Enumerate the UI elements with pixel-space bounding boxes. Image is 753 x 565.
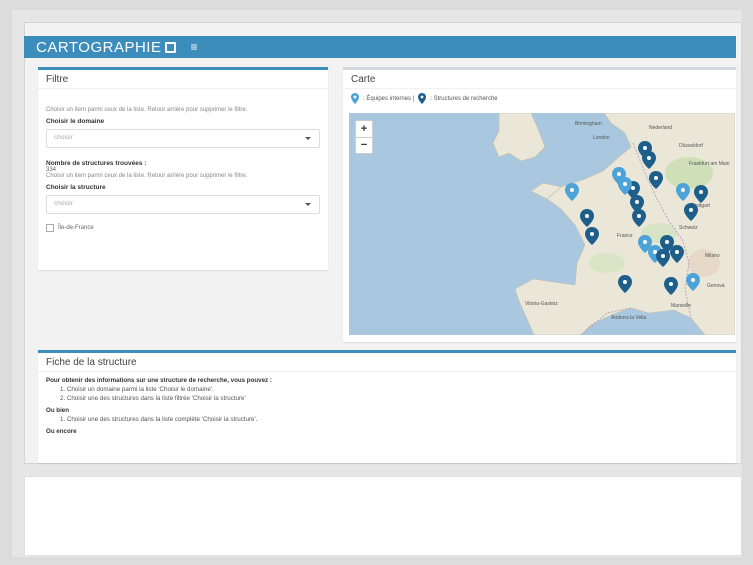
marker-internal-icon <box>351 93 359 104</box>
fiche-intro: Pour obtenir des informations sur une st… <box>46 377 272 384</box>
domain-select-placeholder: choisir <box>54 134 73 141</box>
map-markers <box>565 141 708 295</box>
structure-sheet-panel: Fiche de la structure Pour obtenir des i… <box>38 350 736 463</box>
brand-badge-icon <box>165 41 177 53</box>
fiche-step-2: 2. Choisir une des structures dans la li… <box>60 395 246 402</box>
region-checkbox-row[interactable]: Île-de-France <box>38 224 328 232</box>
fiche-step-3: 1. Choisir une des structures dans la li… <box>60 416 258 423</box>
fiche-title: Fiche de la structure <box>38 353 736 372</box>
domain-label: Choisir le domaine <box>46 118 105 125</box>
count-label: Nombre de structures trouvées : <box>46 160 147 167</box>
region-checkbox-label: Île-de-France <box>58 225 94 231</box>
legend-research-label: : Structures de recherche <box>430 95 498 102</box>
fiche-step-1: 1. Choisir un domaine parmi la liste 'Ch… <box>60 386 214 393</box>
map-canvas[interactable]: Birmingham London Nederland Düsseldorf F… <box>349 113 735 335</box>
structure-label: Choisir la structure <box>46 184 106 191</box>
zoom-out-button[interactable]: − <box>356 138 372 154</box>
chevron-down-icon <box>305 203 311 206</box>
map-panel: Carte : Équipes internes | : Structures … <box>343 67 736 342</box>
sidebar-toggle-icon[interactable]: ≡ <box>190 41 197 53</box>
brand-title: CARTOGRAPHIE <box>36 38 162 56</box>
zoom-controls: + − <box>355 120 373 154</box>
app-logo[interactable]: CARTOGRAPHIE <box>24 38 177 56</box>
marker-research-icon <box>418 93 427 104</box>
structure-select[interactable]: choisir <box>46 195 320 214</box>
fiche-or-2: Ou encore <box>46 428 77 435</box>
fiche-instructions: Pour obtenir des informations sur une st… <box>38 372 736 440</box>
map-title: Carte <box>343 70 736 89</box>
fiche-or-1: Ou bien <box>46 407 70 414</box>
filter-title: Filtre <box>38 70 328 89</box>
top-navbar: CARTOGRAPHIE ≡ <box>24 36 736 58</box>
legend-internal-label: : Équipes internes | <box>363 95 415 102</box>
filter-panel: Filtre Choisir un item parmi ceux de la … <box>38 67 328 270</box>
lower-blank-area <box>24 476 742 556</box>
chevron-down-icon <box>305 137 311 140</box>
domain-select[interactable]: choisir <box>46 129 320 148</box>
region-checkbox[interactable] <box>46 224 54 232</box>
zoom-in-button[interactable]: + <box>356 121 372 138</box>
structure-select-placeholder: choisir <box>54 200 73 207</box>
map-legend: : Équipes internes | : Structures de rec… <box>343 89 736 108</box>
